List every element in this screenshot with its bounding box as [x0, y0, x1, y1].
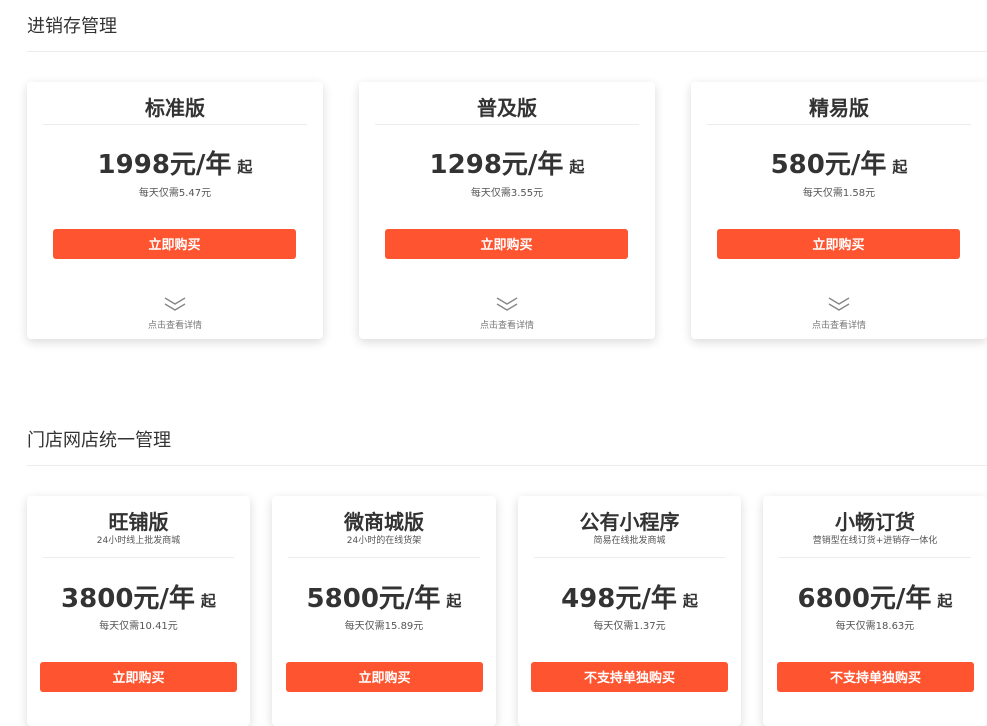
plan-card-micro-mall: 微商城版 24小时的在线货架 5800元/年起 每天仅需15.89元 立即购买 — [272, 496, 496, 726]
plan-price: 3800元/年起 — [27, 578, 250, 615]
card-divider — [43, 557, 234, 558]
plan-subtitle: 简易在线批发商城 — [593, 536, 666, 546]
plan-subtitle: 24小时线上批发商城 — [96, 536, 181, 546]
price-value: 1998元/年 — [97, 150, 232, 180]
per-day-price: 每天仅需1.58元 — [802, 188, 876, 199]
plan-name: 精易版 — [809, 96, 869, 120]
view-details-link[interactable]: 点击查看详情 — [359, 318, 655, 331]
card-divider — [43, 124, 307, 125]
buy-now-button[interactable]: 立即购买 — [717, 229, 960, 259]
price-value: 3800元/年 — [61, 584, 195, 614]
section-divider — [27, 51, 987, 52]
card-divider — [534, 557, 725, 558]
view-details-link[interactable]: 点击查看详情 — [27, 318, 323, 331]
price-unit: 起 — [892, 158, 908, 176]
price-value: 580元/年 — [770, 150, 887, 180]
price-unit: 起 — [200, 592, 216, 610]
section-title: 门店网店统一管理 — [27, 430, 171, 451]
plan-card-wangpu: 旺铺版 24小时线上批发商城 3800元/年起 每天仅需10.41元 立即购买 — [27, 496, 250, 726]
price-unit: 起 — [446, 592, 462, 610]
double-chevron-down-icon[interactable] — [495, 296, 519, 312]
plan-price: 580元/年起 — [691, 144, 987, 181]
price-unit: 起 — [237, 158, 253, 176]
card-divider — [779, 557, 971, 558]
price-value: 498元/年 — [561, 584, 677, 614]
price-unit: 起 — [569, 158, 585, 176]
buy-now-button[interactable]: 立即购买 — [40, 662, 237, 692]
price-value: 6800元/年 — [797, 584, 932, 614]
card-divider — [288, 557, 480, 558]
plan-price: 5800元/年起 — [272, 578, 496, 615]
not-sold-separately-button[interactable]: 不支持单独购买 — [531, 662, 728, 692]
price-unit: 起 — [937, 592, 953, 610]
per-day-price: 每天仅需10.41元 — [99, 621, 178, 632]
plan-price: 6800元/年起 — [763, 578, 987, 615]
double-chevron-down-icon[interactable] — [827, 296, 851, 312]
view-details-link[interactable]: 点击查看详情 — [691, 318, 987, 331]
per-day-price: 每天仅需18.63元 — [835, 621, 915, 632]
plan-name: 公有小程序 — [579, 510, 680, 534]
plan-name: 旺铺版 — [108, 510, 169, 534]
card-divider — [375, 124, 639, 125]
plan-price: 1998元/年起 — [27, 144, 323, 181]
plan-price: 498元/年起 — [518, 578, 741, 615]
per-day-price: 每天仅需5.47元 — [138, 188, 212, 199]
not-sold-separately-button[interactable]: 不支持单独购买 — [777, 662, 974, 692]
buy-now-button[interactable]: 立即购买 — [53, 229, 296, 259]
section-title: 进销存管理 — [27, 16, 117, 37]
buy-now-button[interactable]: 立即购买 — [385, 229, 628, 259]
plan-card-popular: 普及版 1298元/年起 每天仅需3.55元 立即购买 点击查看详情 — [359, 82, 655, 339]
buy-now-button[interactable]: 立即购买 — [286, 662, 483, 692]
plan-name: 微商城版 — [344, 510, 424, 534]
plan-subtitle: 营销型在线订货+进销存一体化 — [812, 536, 938, 546]
per-day-price: 每天仅需1.37元 — [593, 621, 666, 632]
per-day-price: 每天仅需15.89元 — [344, 621, 424, 632]
per-day-price: 每天仅需3.55元 — [470, 188, 544, 199]
section-divider — [27, 465, 987, 466]
plan-subtitle: 24小时的在线货架 — [346, 536, 422, 546]
plan-card-standard: 标准版 1998元/年起 每天仅需5.47元 立即购买 点击查看详情 — [27, 82, 323, 339]
price-value: 5800元/年 — [306, 584, 441, 614]
plan-name: 普及版 — [477, 96, 537, 120]
plan-name: 小畅订货 — [835, 510, 915, 534]
price-value: 1298元/年 — [429, 150, 564, 180]
card-divider — [707, 124, 971, 125]
double-chevron-down-icon[interactable] — [163, 296, 187, 312]
plan-card-mini-program: 公有小程序 简易在线批发商城 498元/年起 每天仅需1.37元 不支持单独购买 — [518, 496, 741, 726]
plan-price: 1298元/年起 — [359, 144, 655, 181]
plan-name: 标准版 — [145, 96, 205, 120]
plan-card-xiaochang-order: 小畅订货 营销型在线订货+进销存一体化 6800元/年起 每天仅需18.63元 … — [763, 496, 987, 726]
plan-card-lite: 精易版 580元/年起 每天仅需1.58元 立即购买 点击查看详情 — [691, 82, 987, 339]
price-unit: 起 — [682, 592, 698, 610]
